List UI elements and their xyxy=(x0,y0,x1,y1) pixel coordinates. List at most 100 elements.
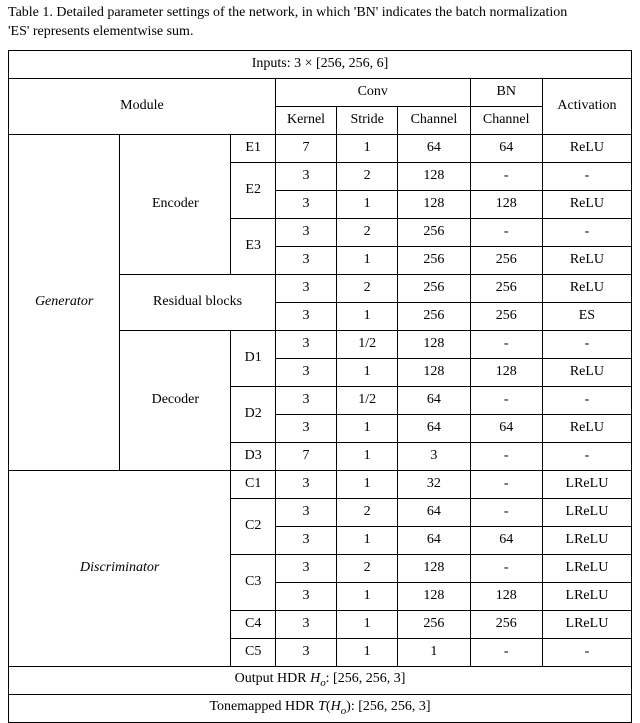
cell: 128 xyxy=(398,554,470,582)
cell: 1/2 xyxy=(337,386,398,414)
cell: 1 xyxy=(337,442,398,470)
cell: ReLU xyxy=(542,414,631,442)
cell: 64 xyxy=(470,526,542,554)
cell: 256 xyxy=(470,302,542,330)
cell: 1 xyxy=(337,610,398,638)
cell: 64 xyxy=(398,526,470,554)
cell: ReLU xyxy=(542,274,631,302)
cell: 64 xyxy=(470,414,542,442)
text: Tonemapped HDR xyxy=(209,699,318,714)
cell: - xyxy=(470,554,542,582)
cell: 3 xyxy=(275,330,336,358)
cell: 3 xyxy=(275,274,336,302)
header-activation: Activation xyxy=(542,78,631,134)
caption-line-1: Table 1. Detailed parameter settings of … xyxy=(8,5,567,20)
cell: 1 xyxy=(337,302,398,330)
cell: - xyxy=(542,162,631,190)
cell: 1/2 xyxy=(337,330,398,358)
cell: - xyxy=(470,498,542,526)
cell: - xyxy=(542,442,631,470)
caption-line-2: 'ES' represents elementwise sum. xyxy=(8,24,193,39)
cell: 256 xyxy=(398,302,470,330)
layer-label: C3 xyxy=(231,554,275,610)
header-channel-conv: Channel xyxy=(398,106,470,134)
cell: - xyxy=(542,386,631,414)
cell: 2 xyxy=(337,218,398,246)
cell: 3 xyxy=(275,554,336,582)
module-decoder: Decoder xyxy=(120,330,231,470)
cell: 128 xyxy=(398,358,470,386)
cell: 128 xyxy=(398,330,470,358)
network-parameter-table: Inputs: 3 × [256, 256, 6] Module Conv BN… xyxy=(8,50,632,723)
cell: 128 xyxy=(398,582,470,610)
cell: - xyxy=(542,638,631,666)
cell: 3 xyxy=(275,246,336,274)
cell: - xyxy=(542,330,631,358)
cell: 1 xyxy=(337,582,398,610)
cell: 1 xyxy=(337,358,398,386)
cell: 1 xyxy=(337,134,398,162)
cell: 64 xyxy=(398,134,470,162)
cell: 64 xyxy=(398,498,470,526)
cell: 3 xyxy=(275,470,336,498)
cell: LReLU xyxy=(542,610,631,638)
inputs-row: Inputs: 3 × [256, 256, 6] xyxy=(9,50,632,78)
cell: 2 xyxy=(337,162,398,190)
var: H xyxy=(331,699,341,714)
cell: 3 xyxy=(275,302,336,330)
cell: 3 xyxy=(398,442,470,470)
cell: 128 xyxy=(470,190,542,218)
cell: 128 xyxy=(470,358,542,386)
cell: 1 xyxy=(337,526,398,554)
cell: 3 xyxy=(275,218,336,246)
cell: 256 xyxy=(398,218,470,246)
var: T xyxy=(318,699,326,714)
cell: 2 xyxy=(337,498,398,526)
cell: 3 xyxy=(275,638,336,666)
layer-label: D3 xyxy=(231,442,275,470)
cell: 128 xyxy=(470,582,542,610)
cell: 3 xyxy=(275,582,336,610)
cell: 128 xyxy=(398,162,470,190)
cell: LReLU xyxy=(542,470,631,498)
cell: 3 xyxy=(275,358,336,386)
cell: 3 xyxy=(275,190,336,218)
cell: 256 xyxy=(470,610,542,638)
layer-label: C2 xyxy=(231,498,275,554)
group-discriminator: Discriminator xyxy=(9,470,231,666)
cell: - xyxy=(470,442,542,470)
cell: 2 xyxy=(337,554,398,582)
cell: - xyxy=(470,386,542,414)
text: Output HDR xyxy=(235,671,310,686)
cell: 1 xyxy=(337,246,398,274)
cell: ReLU xyxy=(542,358,631,386)
layer-label: D1 xyxy=(231,330,275,386)
cell: 1 xyxy=(337,638,398,666)
cell: 256 xyxy=(398,274,470,302)
cell: ES xyxy=(542,302,631,330)
cell: LReLU xyxy=(542,582,631,610)
cell: 256 xyxy=(398,246,470,274)
cell: - xyxy=(470,218,542,246)
cell: - xyxy=(470,162,542,190)
cell: - xyxy=(470,470,542,498)
var: H xyxy=(310,671,320,686)
cell: 7 xyxy=(275,442,336,470)
module-encoder: Encoder xyxy=(120,134,231,274)
cell: 3 xyxy=(275,526,336,554)
cell: LReLU xyxy=(542,554,631,582)
cell: 3 xyxy=(275,414,336,442)
header-stride: Stride xyxy=(337,106,398,134)
cell: LReLU xyxy=(542,526,631,554)
cell: 1 xyxy=(398,638,470,666)
header-channel-bn: Channel xyxy=(470,106,542,134)
cell: 1 xyxy=(337,414,398,442)
cell: 256 xyxy=(398,610,470,638)
cell: 3 xyxy=(275,162,336,190)
text: : [256, 256, 3] xyxy=(351,699,431,714)
header-kernel: Kernel xyxy=(275,106,336,134)
cell: 64 xyxy=(398,386,470,414)
cell: 256 xyxy=(470,274,542,302)
layer-label: C1 xyxy=(231,470,275,498)
cell: 256 xyxy=(470,246,542,274)
